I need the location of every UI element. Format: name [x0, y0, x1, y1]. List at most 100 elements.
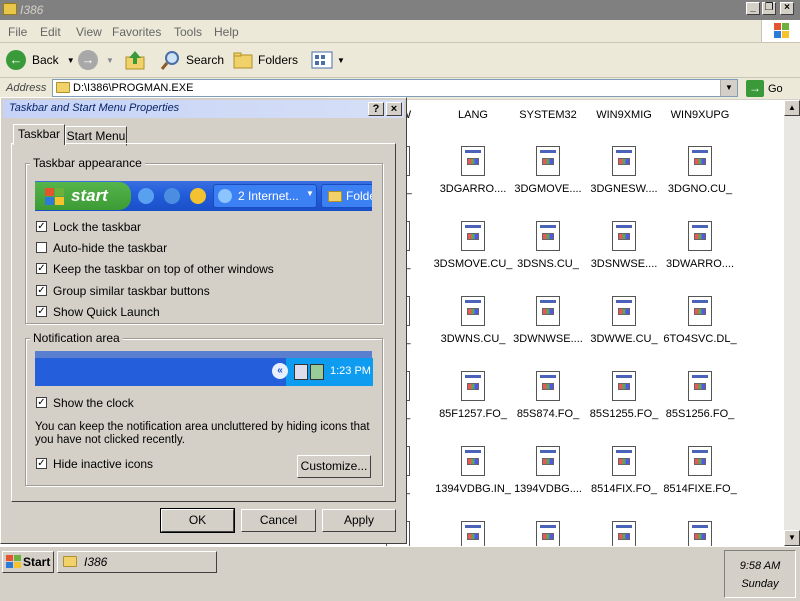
- address-label: Address: [6, 82, 47, 94]
- file-icon[interactable]: [688, 371, 714, 403]
- show-clock-label[interactable]: Show the clock: [53, 396, 134, 410]
- file-icon[interactable]: [612, 521, 638, 546]
- menu-edit[interactable]: Edit: [40, 25, 61, 39]
- file-label[interactable]: 8514FIX.FO_: [584, 483, 664, 495]
- option-checkbox[interactable]: ✓: [36, 285, 47, 296]
- go-arrow-icon[interactable]: →: [746, 80, 764, 97]
- taskbar-button-i386[interactable]: I386: [57, 551, 217, 573]
- file-label[interactable]: 1394VDBG....: [508, 483, 588, 495]
- chevron-down-icon[interactable]: ▼: [720, 80, 737, 96]
- tab-taskbar[interactable]: Taskbar: [13, 124, 65, 145]
- file-label[interactable]: 85S874.FO_: [508, 408, 588, 420]
- folder-label[interactable]: WIN9XUPG: [660, 109, 740, 121]
- file-icon[interactable]: [536, 221, 562, 253]
- menu-help[interactable]: Help: [214, 25, 239, 39]
- file-icon[interactable]: [461, 221, 487, 253]
- dialog-title-bar[interactable]: Taskbar and Start Menu Properties ? ×: [3, 100, 404, 118]
- file-label[interactable]: 6TO4SVC.DL_: [660, 333, 740, 345]
- maximize-button[interactable]: ❐: [762, 2, 776, 15]
- file-icon[interactable]: [461, 371, 487, 403]
- dialog-close-button[interactable]: ×: [386, 102, 402, 116]
- minimize-button[interactable]: _: [746, 2, 760, 15]
- up-button[interactable]: [124, 49, 146, 71]
- folder-label[interactable]: SYSTEM32: [508, 109, 588, 121]
- file-label[interactable]: 3DSNWSE....: [584, 258, 664, 270]
- menu-tools[interactable]: Tools: [174, 25, 202, 39]
- go-button[interactable]: Go: [768, 83, 783, 95]
- file-icon[interactable]: [461, 446, 487, 478]
- close-button[interactable]: ×: [780, 2, 794, 15]
- option-label[interactable]: Auto-hide the taskbar: [53, 241, 167, 255]
- show-clock-checkbox[interactable]: ✓: [36, 397, 47, 408]
- file-label[interactable]: 3DGNO.CU_: [660, 183, 740, 195]
- taskbar-clock[interactable]: 9:58 AM Sunday: [724, 550, 796, 598]
- file-icon[interactable]: [536, 146, 562, 178]
- vertical-scrollbar[interactable]: ▲ ▼: [784, 100, 800, 546]
- explorer-title-bar[interactable]: I386 _ ❐ ×: [0, 0, 800, 20]
- option-checkbox[interactable]: ✓: [36, 263, 47, 274]
- file-label[interactable]: 85S1255.FO_: [584, 408, 664, 420]
- start-button[interactable]: Start: [2, 551, 54, 573]
- file-label[interactable]: 3DWNS.CU_: [433, 333, 513, 345]
- scroll-down-icon[interactable]: ▼: [784, 530, 800, 546]
- option-checkbox[interactable]: ✓: [36, 221, 47, 232]
- chevron-down-icon[interactable]: ▼: [337, 56, 345, 65]
- file-icon[interactable]: [461, 146, 487, 178]
- hide-inactive-checkbox[interactable]: ✓: [36, 458, 47, 469]
- file-label[interactable]: 3DGMOVE....: [508, 183, 588, 195]
- file-icon[interactable]: [536, 296, 562, 328]
- file-icon[interactable]: [612, 446, 638, 478]
- search-button[interactable]: Search: [160, 49, 224, 71]
- file-icon[interactable]: [536, 521, 562, 546]
- menu-file[interactable]: File: [8, 25, 27, 39]
- option-label[interactable]: Show Quick Launch: [53, 305, 160, 319]
- folder-label[interactable]: WIN9XMIG: [584, 109, 664, 121]
- folder-label[interactable]: LANG: [433, 109, 513, 121]
- file-icon[interactable]: [688, 146, 714, 178]
- help-button[interactable]: ?: [368, 102, 384, 116]
- address-input[interactable]: D:\I386\PROGMAN.EXE ▼: [52, 79, 738, 97]
- file-icon[interactable]: [461, 521, 487, 546]
- file-icon[interactable]: [688, 296, 714, 328]
- chevron-down-icon[interactable]: ▼: [67, 56, 75, 65]
- file-label[interactable]: 3DSMOVE.CU_: [433, 258, 513, 270]
- option-label[interactable]: Group similar taskbar buttons: [53, 284, 210, 298]
- option-label[interactable]: Keep the taskbar on top of other windows: [53, 262, 274, 276]
- file-icon[interactable]: [612, 221, 638, 253]
- hide-inactive-label[interactable]: Hide inactive icons: [53, 457, 153, 471]
- file-label[interactable]: 3DGNESW....: [584, 183, 664, 195]
- option-checkbox[interactable]: ✓: [36, 306, 47, 317]
- file-icon[interactable]: [612, 371, 638, 403]
- file-label[interactable]: 3DGARRO....: [433, 183, 513, 195]
- option-checkbox[interactable]: [36, 242, 47, 253]
- file-label[interactable]: 8514FIXE.FO_: [660, 483, 740, 495]
- file-icon[interactable]: [536, 371, 562, 403]
- file-icon[interactable]: [688, 521, 714, 546]
- folders-button[interactable]: Folders: [232, 49, 298, 71]
- file-icon[interactable]: [612, 146, 638, 178]
- file-icon[interactable]: [536, 446, 562, 478]
- file-icon[interactable]: [688, 221, 714, 253]
- ok-button[interactable]: OK: [160, 508, 235, 533]
- file-label[interactable]: 3DSNS.CU_: [508, 258, 588, 270]
- apply-button[interactable]: Apply: [322, 509, 396, 532]
- file-label[interactable]: 85S1256.FO_: [660, 408, 740, 420]
- file-icon[interactable]: [688, 446, 714, 478]
- file-label[interactable]: 3DWWE.CU_: [584, 333, 664, 345]
- menu-favorites[interactable]: Favorites: [112, 25, 161, 39]
- customize-button[interactable]: Customize...: [297, 455, 371, 478]
- option-label[interactable]: Lock the taskbar: [53, 220, 141, 234]
- file-icon[interactable]: [461, 296, 487, 328]
- cancel-button[interactable]: Cancel: [241, 509, 316, 532]
- chevron-down-icon[interactable]: ▼: [106, 56, 114, 65]
- scroll-up-icon[interactable]: ▲: [784, 100, 800, 116]
- file-label[interactable]: 3DWNWSE....: [508, 333, 588, 345]
- back-button[interactable]: ← Back ▼: [6, 49, 75, 71]
- views-button[interactable]: ▼: [310, 49, 345, 71]
- forward-button[interactable]: → ▼: [78, 49, 114, 71]
- file-label[interactable]: 85F1257.FO_: [433, 408, 513, 420]
- menu-view[interactable]: View: [76, 25, 102, 39]
- file-icon[interactable]: [612, 296, 638, 328]
- file-label[interactable]: 3DWARRO....: [660, 258, 740, 270]
- file-label[interactable]: 1394VDBG.IN_: [433, 483, 513, 495]
